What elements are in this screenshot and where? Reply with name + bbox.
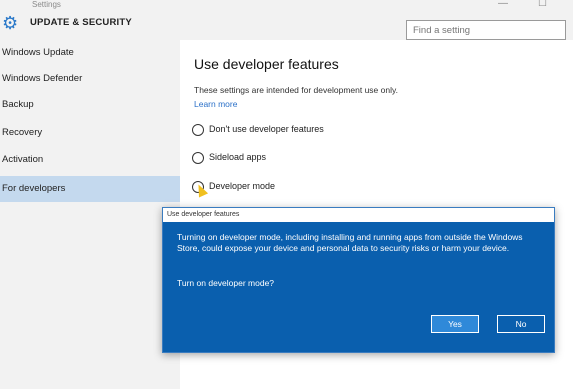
info-text: These settings are intended for developm… [194,85,398,95]
sidebar-item-activation[interactable]: Activation [0,147,180,173]
radio-label: Don't use developer features [209,124,324,134]
search-input[interactable] [406,20,566,40]
dialog-question: Turn on developer mode? [177,278,275,288]
radio-label: Sideload apps [209,152,267,162]
radio-label: Developer mode [209,181,276,191]
no-button[interactable]: No [497,315,545,333]
minimize-button[interactable]: — [498,0,508,9]
window-title: Settings [32,0,61,9]
sidebar-item-backup[interactable]: Backup [0,92,180,118]
confirm-dialog: Use developer features Turning on develo… [162,207,555,353]
sidebar-item-windows-update[interactable]: Windows Update [0,40,180,66]
dialog-title: Use developer features [163,208,554,222]
learn-more-link[interactable]: Learn more [194,99,237,109]
radio-circle[interactable] [192,152,204,164]
page-title: Use developer features [194,56,339,72]
sidebar: Windows Update Windows Defender Backup R… [0,40,180,389]
maximize-button[interactable]: ☐ [538,0,547,9]
sidebar-item-recovery[interactable]: Recovery [0,120,180,146]
radio-circle[interactable] [192,124,204,136]
sidebar-item-for-developers[interactable]: For developers [0,176,180,202]
gear-icon: ⚙ [2,13,19,33]
header: ⚙ UPDATE & SECURITY [0,12,573,40]
yes-button[interactable]: Yes [431,315,479,333]
section-title: UPDATE & SECURITY [30,17,132,28]
title-bar: Settings — ☐ [0,0,573,12]
sidebar-item-windows-defender[interactable]: Windows Defender [0,66,180,92]
dialog-message: Turning on developer mode, including ins… [177,232,523,253]
